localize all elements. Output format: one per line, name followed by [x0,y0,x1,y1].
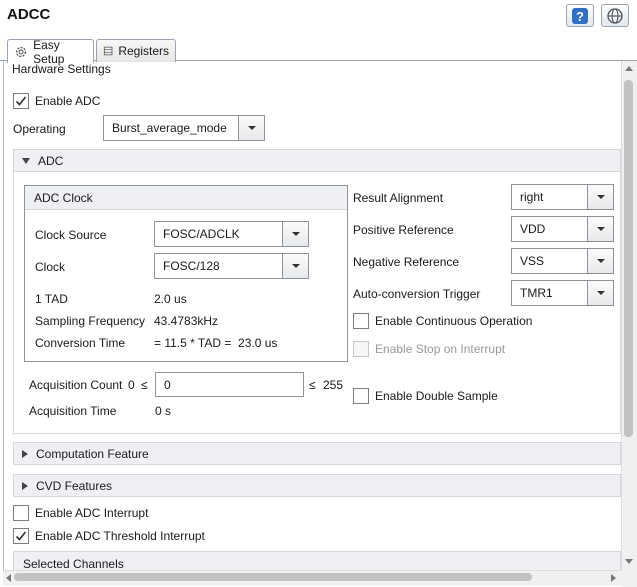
chevron-down-icon [238,116,264,140]
scroll-down-icon[interactable] [625,559,633,564]
adc-interrupt-row[interactable]: Enable ADC Interrupt [13,505,148,521]
clock-source-select[interactable]: FOSC/ADCLK [154,221,309,247]
scroll-up-icon[interactable] [625,66,633,71]
operating-value: Burst_average_mode [112,121,227,135]
list-icon [103,46,113,56]
continuous-operation-label: Enable Continuous Operation [375,314,533,328]
acquisition-count-le-symbol: ≤ [141,378,148,392]
double-sample-row[interactable]: Enable Double Sample [353,388,498,404]
checkmark-icon [15,96,27,106]
double-sample-label: Enable Double Sample [375,389,498,403]
selected-channels-header[interactable]: Selected Channels [13,551,621,570]
clock-value: FOSC/128 [163,259,220,273]
adc-section-title: ADC [38,153,64,168]
clock-source-label: Clock Source [35,228,107,242]
web-button[interactable] [601,4,629,27]
adc-interrupt-checkbox[interactable] [13,505,29,521]
cvd-section-header[interactable]: CVD Features [13,474,621,497]
result-alignment-value: right [520,190,544,204]
clock-select[interactable]: FOSC/128 [154,253,309,279]
scroll-right-icon[interactable] [611,574,616,582]
result-alignment-label: Result Alignment [353,191,444,205]
selected-channels-title: Selected Channels [23,557,124,570]
adc-interrupt-label: Enable ADC Interrupt [35,506,149,520]
auto-trigger-value: TMR1 [520,286,553,300]
chevron-down-icon [587,185,613,209]
acquisition-count-min: 0 [128,378,135,392]
help-button[interactable]: ? [566,4,594,27]
chevron-down-icon [587,249,613,273]
continuous-operation-checkbox[interactable] [353,313,369,329]
threshold-interrupt-checkbox[interactable] [13,528,29,544]
chevron-down-icon [587,281,613,305]
tab-easy-setup[interactable]: Easy Setup [7,37,94,66]
acquisition-time-value: 0 s [155,404,172,418]
positive-reference-label: Positive Reference [353,223,454,237]
chevron-down-icon [282,222,308,246]
tab-registers[interactable]: Registers [96,39,176,62]
question-mark-icon: ? [572,7,588,24]
tad-value: 2.0 us [154,292,187,306]
tab-registers-label: Registers [118,44,169,58]
enable-adc-row[interactable]: Enable ADC [13,93,100,109]
stop-on-interrupt-label: Enable Stop on Interrupt [375,342,506,356]
stop-on-interrupt-checkbox[interactable] [353,341,369,357]
sampling-frequency-value: 43.4783kHz [154,314,219,328]
adc-section-header[interactable]: ADC [13,149,621,172]
scroll-left-icon[interactable] [6,574,11,582]
positive-reference-select[interactable]: VDD [511,216,614,242]
conversion-time-label: Conversion Time [35,336,126,350]
threshold-interrupt-label: Enable ADC Threshold Interrupt [35,529,205,543]
clock-label: Clock [35,260,66,274]
acquisition-count-max: 255 [323,378,344,392]
operating-label: Operating [13,122,66,136]
double-sample-checkbox[interactable] [353,388,369,404]
tad-label: 1 TAD [35,292,68,306]
continuous-operation-row[interactable]: Enable Continuous Operation [353,313,532,329]
computation-section-title: Computation Feature [36,446,149,461]
acquisition-count-input[interactable]: 0 [155,372,304,397]
checkmark-icon [15,531,27,541]
auto-trigger-label: Auto-conversion Trigger [353,287,481,301]
stop-on-interrupt-row[interactable]: Enable Stop on Interrupt [353,341,505,357]
result-alignment-select[interactable]: right [511,184,614,210]
negative-reference-label: Negative Reference [353,255,460,269]
chevron-down-icon [587,217,613,241]
auto-trigger-select[interactable]: TMR1 [511,280,614,306]
operating-select[interactable]: Burst_average_mode [103,115,265,141]
cvd-section-title: CVD Features [36,478,113,493]
negative-reference-select[interactable]: VSS [511,248,614,274]
threshold-interrupt-row[interactable]: Enable ADC Threshold Interrupt [13,528,205,544]
conversion-time-value: = 11.5 * TAD = 23.0 us [154,336,278,350]
globe-icon [607,7,623,24]
vertical-scroll-thumb[interactable] [624,80,633,437]
enable-adc-label: Enable ADC [35,94,101,108]
adc-clock-title: ADC Clock [25,186,347,210]
positive-reference-value: VDD [520,222,546,236]
acquisition-count-le-symbol-2: ≤ [309,378,316,392]
negative-reference-value: VSS [520,254,545,268]
caret-down-icon [22,157,30,164]
tab-easy-setup-label: Easy Setup [33,37,65,66]
computation-section-header[interactable]: Computation Feature [13,442,621,465]
clock-source-value: FOSC/ADCLK [163,227,240,241]
acquisition-count-value: 0 [164,377,171,392]
acquisition-time-label: Acquisition Time [29,404,117,418]
caret-right-icon [22,481,28,490]
caret-right-icon [22,449,28,458]
scrollbar-corner [621,570,637,587]
acquisition-count-label: Acquisition Count [29,378,123,392]
chevron-down-icon [282,254,308,278]
svg-text:?: ? [576,9,584,24]
page-title: ADCC [7,6,51,23]
sampling-frequency-label: Sampling Frequency [35,314,146,328]
gear-icon [15,46,27,57]
horizontal-scroll-thumb[interactable] [14,573,532,581]
enable-adc-checkbox[interactable] [13,93,29,109]
